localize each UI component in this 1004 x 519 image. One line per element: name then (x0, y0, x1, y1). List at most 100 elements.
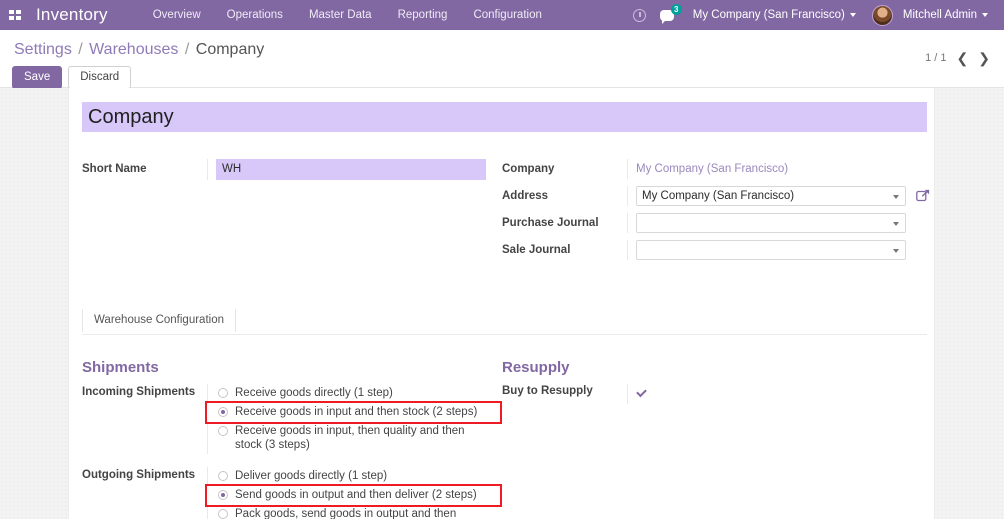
field-purchase-journal: Purchase Journal (502, 213, 922, 234)
menu-item-configuration[interactable]: Configuration (460, 0, 554, 30)
radio-outgoing-1-step-label: Deliver goods directly (1 step) (235, 470, 388, 482)
breadcrumb-separator: / (78, 41, 83, 58)
address-label: Address (502, 190, 549, 202)
radio-icon (218, 406, 228, 417)
app-brand-title[interactable]: Inventory (30, 5, 118, 25)
clock-icon (633, 8, 647, 22)
menu-item-overview[interactable]: Overview (140, 0, 214, 30)
main-menu: Overview Operations Master Data Reportin… (140, 0, 555, 30)
company-value-link[interactable]: My Company (San Francisco) (636, 163, 788, 175)
control-panel: Settings / Warehouses / Company Save Dis… (0, 30, 1004, 89)
top-navbar: Inventory Overview Operations Master Dat… (0, 0, 1004, 30)
field-company: Company My Company (San Francisco) (502, 159, 922, 180)
incoming-shipments-options: Receive goods directly (1 step) Receive … (205, 384, 502, 454)
purchase-journal-label: Purchase Journal (502, 217, 599, 229)
breadcrumb-item-current: Company (195, 41, 265, 58)
breadcrumb: Settings / Warehouses / Company (14, 41, 992, 59)
field-short-name: Short Name (82, 159, 502, 180)
shipments-group-title: Shipments (82, 359, 159, 376)
radio-incoming-2-steps-label: Receive goods in input and then stock (2… (235, 406, 478, 418)
form-sheet: Company Short Name Company My Company (S… (68, 88, 935, 519)
sale-journal-select[interactable] (636, 240, 906, 260)
breadcrumb-item-warehouses[interactable]: Warehouses (89, 41, 178, 58)
short-name-input[interactable] (216, 159, 486, 180)
buy-to-resupply-value-wrap (627, 384, 922, 404)
chevron-down-icon (849, 13, 856, 17)
menu-item-operations[interactable]: Operations (214, 0, 296, 30)
field-outgoing-shipments: Outgoing Shipments Deliver goods directl… (82, 467, 502, 519)
external-link-icon[interactable] (916, 188, 931, 203)
form-background: Company Short Name Company My Company (S… (0, 88, 1004, 519)
chevron-down-icon (893, 195, 899, 199)
warehouse-configuration-page: Shipments Incoming Shipments Receive goo… (69, 359, 934, 519)
pager-previous-icon[interactable]: ❮ (957, 51, 969, 65)
messaging-menu-button[interactable]: 3 (655, 0, 685, 30)
purchase-journal-select[interactable] (636, 213, 906, 233)
radio-incoming-2-steps[interactable]: Receive goods in input and then stock (2… (205, 401, 502, 424)
notebook-tabs: Warehouse Configuration (82, 309, 927, 335)
outgoing-shipments-label: Outgoing Shipments (82, 469, 196, 481)
menu-item-master-data[interactable]: Master Data (296, 0, 385, 30)
radio-outgoing-3-steps[interactable]: Pack goods, send goods in output and the… (216, 505, 492, 519)
form-column-right: Company My Company (San Francisco) Addre… (502, 159, 930, 267)
field-incoming-shipments: Incoming Shipments Receive goods directl… (82, 384, 502, 454)
company-switcher[interactable]: My Company (San Francisco) (685, 9, 864, 21)
field-buy-to-resupply: Buy to Resupply (502, 384, 922, 405)
radio-icon (218, 470, 228, 481)
record-action-buttons: Save Discard (12, 66, 992, 89)
resupply-group-title: Resupply (502, 359, 570, 376)
radio-incoming-1-step[interactable]: Receive goods directly (1 step) (216, 384, 492, 403)
tab-warehouse-configuration[interactable]: Warehouse Configuration (82, 309, 236, 332)
radio-icon (218, 387, 228, 398)
resupply-group: Resupply Buy to Resupply (502, 359, 922, 519)
buy-to-resupply-checkbox[interactable] (636, 388, 647, 399)
company-value-wrap: My Company (San Francisco) (627, 159, 922, 179)
address-select-value: My Company (San Francisco) (642, 190, 795, 202)
outgoing-shipments-options: Deliver goods directly (1 step) Send goo… (205, 467, 502, 519)
pager-next-icon[interactable]: ❯ (978, 51, 990, 65)
short-name-value-wrap (207, 159, 502, 180)
save-button[interactable]: Save (12, 66, 63, 89)
address-value-wrap: My Company (San Francisco) (627, 186, 931, 206)
form-columns: Short Name Company My Company (San Franc… (69, 159, 934, 267)
purchase-journal-value-wrap (627, 213, 922, 233)
avatar (871, 4, 893, 26)
address-select[interactable]: My Company (San Francisco) (636, 186, 906, 206)
sale-journal-value-wrap (627, 240, 922, 260)
radio-outgoing-2-steps[interactable]: Send goods in output and then deliver (2… (205, 484, 502, 507)
chevron-down-icon (893, 222, 899, 226)
form-column-left: Short Name (82, 159, 502, 267)
record-title-band: Company (82, 102, 927, 132)
incoming-shipments-label: Incoming Shipments (82, 386, 196, 398)
radio-incoming-3-steps-label: Receive goods in input, then quality and… (235, 425, 465, 451)
page-title: Company (88, 105, 174, 128)
activity-menu-button[interactable] (625, 0, 655, 30)
pager: 1 / 1 ❮ ❯ (925, 51, 990, 65)
menu-item-reporting[interactable]: Reporting (385, 0, 461, 30)
radio-incoming-3-steps[interactable]: Receive goods in input, then quality and… (216, 422, 492, 454)
field-sale-journal: Sale Journal (502, 240, 922, 261)
radio-outgoing-2-steps-label: Send goods in output and then deliver (2… (235, 489, 477, 501)
breadcrumb-item-settings[interactable]: Settings (14, 41, 72, 58)
messages-count-badge: 3 (670, 4, 682, 15)
radio-icon (218, 425, 228, 436)
pager-value: 1 / 1 (925, 52, 947, 64)
radio-incoming-1-step-label: Receive goods directly (1 step) (235, 387, 393, 399)
shipments-group: Shipments Incoming Shipments Receive goo… (82, 359, 502, 519)
company-switcher-label: My Company (San Francisco) (692, 9, 845, 21)
apps-menu-icon[interactable] (0, 0, 30, 30)
chevron-down-icon (893, 249, 899, 253)
radio-icon (218, 489, 228, 500)
sale-journal-label: Sale Journal (502, 244, 571, 256)
discard-button[interactable]: Discard (68, 66, 132, 89)
short-name-label: Short Name (82, 163, 147, 175)
apps-grid-icon (9, 10, 21, 20)
address-row: My Company (San Francisco) (636, 186, 931, 206)
radio-outgoing-3-steps-label: Pack goods, send goods in output and the… (235, 508, 457, 519)
user-menu[interactable]: Mitchell Admin (864, 4, 996, 26)
user-menu-label: Mitchell Admin (902, 9, 977, 21)
chevron-down-icon (982, 13, 988, 17)
buy-to-resupply-label: Buy to Resupply (502, 385, 593, 397)
radio-outgoing-1-step[interactable]: Deliver goods directly (1 step) (216, 467, 492, 486)
field-address: Address My Company (San Francisco) (502, 186, 930, 207)
